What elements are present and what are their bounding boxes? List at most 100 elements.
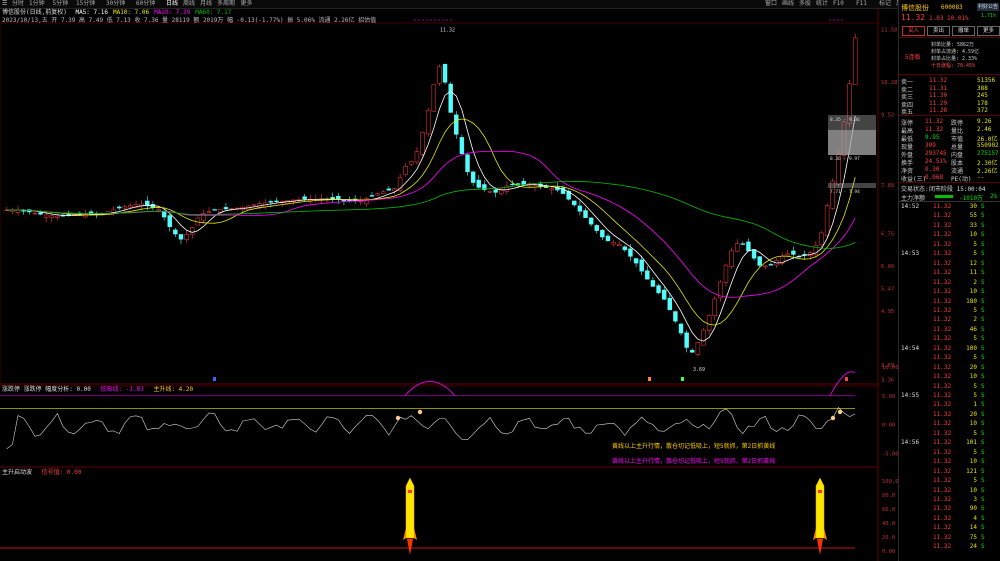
price-tick-0: 11.50 [881,27,898,33]
signal-icon[interactable] [395,415,401,421]
main-flow-pct: 2% [990,193,998,200]
candle-body [695,342,701,355]
tick-row: 11.32 5 S [899,241,1000,248]
tick-flag: S [981,505,985,513]
btn-1[interactable]: 卖出 [927,26,950,36]
tick-flag: S [981,288,985,296]
event-marker[interactable] [648,377,651,381]
event-marker[interactable] [681,377,684,381]
tick-price: 11.32 [933,316,952,324]
event-marker[interactable] [845,377,848,381]
tick-volume: 90 [969,505,977,513]
quote-row-2: 最低 9.95 市值 26.0亿 [899,134,1000,143]
btn-0[interactable]: 买入 [902,26,925,36]
signal-icon[interactable] [830,415,836,421]
candle-body [55,215,60,218]
tick-volume: 20 [969,410,977,418]
candle-body [43,214,49,218]
tick-row: 11.32 10 S [899,420,1000,427]
candle-body [302,196,307,200]
tick-flag: S [981,316,985,324]
candle-body [706,315,712,331]
signal-icon[interactable] [417,409,423,415]
tick-flag: S [981,420,985,428]
tick-volume: 3 [973,495,977,503]
stock-name: 博信股份 [901,4,929,12]
tick-row: 11.32 11 S [899,269,1000,276]
tick-flag: S [981,382,985,390]
tick-row: 11.32 5 S [899,383,1000,390]
candle-body [549,188,555,191]
quote-value: 293745 [925,150,947,157]
candle-body [178,234,184,240]
order-vol: 388 [977,84,988,92]
tick-flag: S [981,306,985,314]
candle-body [633,258,639,264]
tick-row: 11.32 12 S [899,260,1000,267]
tick-row: 11.32 33 S [899,222,1000,229]
candle-body [583,210,588,218]
tick-price: 11.32 [933,382,952,390]
candle-body [628,248,633,257]
ind2-tick-1: 80.0 [882,493,895,499]
candle-body [122,206,128,209]
tick-price: 11.32 [933,514,952,522]
tick-volume: 46 [969,325,977,333]
news-tag[interactable]: 利好公告 [977,3,999,11]
tick-flag: S [981,401,985,409]
ind2-tick-0: 100.0 [882,479,898,485]
quote-value: 0.068 [925,174,944,181]
candle-body [791,250,796,255]
candle-body [661,289,667,300]
limit-line-1: 封单占流通: 4.59亿 [931,49,980,55]
candle-body [701,329,706,346]
candle-body [600,229,605,238]
rocket-icon-2[interactable] [813,477,827,555]
signal-icon[interactable] [837,409,843,415]
level-box-label-3: 7.71 - 7.94 [830,189,860,195]
tick-flag: S [981,297,985,305]
chart-title: 博信股份(日线,前复权) [2,9,67,16]
tick-flag: S [981,269,985,277]
candle-body [656,285,661,294]
stock-change: 1.03 [929,15,944,22]
btn-3[interactable]: 更多 [977,26,1000,36]
high-marker: 11.32 [440,27,455,33]
tick-price: 11.32 [933,278,952,286]
candle-body [375,193,380,196]
candle-body [167,215,172,227]
tick-row: 11.32 20 S [899,364,1000,371]
indicator1-param2: 主升线: 4.20 [153,386,194,393]
order-row-1: 卖二 11.31 388 [899,84,1000,94]
tick-volume: 5 [973,306,977,314]
candle-body [712,298,717,316]
quote-row-5: 换手 24.51% 股本 2.30亿 [899,158,1000,167]
quote-panel: 博信股份 600083 11.32 1.03 10.01% 利好公告 1.71%… [898,0,1000,561]
price-tick-9: 3.36 [881,377,894,383]
tick-flag: S [981,240,985,248]
price-tick-1: 10.28 [881,80,898,86]
candle-body [431,84,437,112]
tick-volume: 121 [966,467,977,475]
tick-row: 14:54 11.32 100 S [899,345,1000,352]
event-marker[interactable] [213,377,216,381]
tick-price: 11.32 [933,429,952,437]
rocket-icon-1[interactable] [403,477,417,555]
tick-price: 11.32 [933,354,952,362]
tick-row: 11.32 75 S [899,534,1000,541]
tick-flag: S [981,354,985,362]
tick-price: 11.32 [933,448,952,456]
tick-volume: 5 [973,448,977,456]
ind2-tick-3: 40.0 [882,521,895,527]
candle-body [594,225,599,231]
candle-body [824,205,830,236]
tick-volume: 101 [966,439,977,447]
candle-body [116,206,122,209]
candle-body [156,209,161,211]
kline-chart[interactable]: 11.50 10.28 9.52 7.88 6.75 6.00 5.47 4.95 3.69 3.… [0,0,898,561]
tick-price: 11.32 [933,288,952,296]
candle-body [437,66,442,84]
ind1-tick-0: 10.00 [882,365,898,371]
btn-2[interactable]: 撤单 [952,26,975,36]
candle-body [605,235,611,242]
